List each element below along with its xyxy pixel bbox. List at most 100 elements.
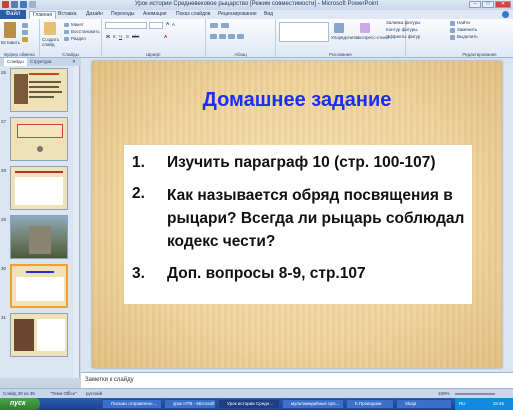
slide-thumbnail-selected[interactable] xyxy=(10,264,68,308)
strikethrough-icon[interactable]: abc xyxy=(132,34,139,39)
underline-icon[interactable]: Ч xyxy=(119,34,122,39)
minimize-button[interactable]: – xyxy=(469,1,481,8)
cut-icon[interactable] xyxy=(22,23,28,28)
replace-button[interactable]: Заменить xyxy=(457,27,477,32)
bullets-icon[interactable] xyxy=(210,23,218,28)
tab-file[interactable]: Файл xyxy=(0,10,26,19)
shape-effects-button[interactable]: Эффекты фигур xyxy=(386,34,420,39)
section-icon xyxy=(64,37,69,41)
shrink-font-icon[interactable]: A xyxy=(172,22,175,27)
shape-outline-button[interactable]: Контур фигуры xyxy=(386,27,417,32)
tab-view[interactable]: Вид xyxy=(264,10,273,19)
group-label: Редактирование xyxy=(462,52,497,57)
notes-pane[interactable]: Заметки к слайду xyxy=(81,372,513,388)
italic-icon[interactable]: К xyxy=(113,34,116,39)
language-tray[interactable]: RU xyxy=(459,401,466,406)
item-number: 3. xyxy=(132,265,145,282)
shadow-icon[interactable]: S xyxy=(126,34,129,39)
slide-thumbnail[interactable] xyxy=(10,313,68,357)
group-label: Буфер обмена xyxy=(4,52,35,57)
align-right-icon[interactable] xyxy=(228,34,235,39)
taskbar-item[interactable]: К Проводник xyxy=(346,399,394,409)
item-number: 2. xyxy=(132,185,145,202)
quick-styles-icon[interactable] xyxy=(360,23,370,33)
align-center-icon[interactable] xyxy=(219,34,226,39)
tab-review[interactable]: Рецензирование xyxy=(218,10,257,19)
system-tray: RU 18:46 xyxy=(455,398,513,410)
select-button[interactable]: Выделить xyxy=(457,34,478,39)
new-slide-label[interactable]: Создать слайд xyxy=(42,37,62,47)
thumb-number: 30 xyxy=(1,266,7,271)
font-color-icon[interactable]: A xyxy=(164,34,167,39)
tab-transitions[interactable]: Переходы xyxy=(111,10,134,19)
bold-icon[interactable]: Ж xyxy=(106,34,110,39)
item-text: Доп. вопросы 8-9, стр.107 xyxy=(167,265,366,282)
font-size-combo[interactable] xyxy=(149,22,163,29)
reset-button[interactable]: Восстановить xyxy=(71,29,100,34)
new-slide-icon[interactable] xyxy=(44,22,56,35)
copy-icon[interactable] xyxy=(22,30,28,35)
close-button[interactable]: ✕ xyxy=(495,1,511,8)
thumb-number: 29 xyxy=(1,217,7,222)
numbering-icon[interactable] xyxy=(221,23,229,28)
window-title: Урок истории Средневековое рыцарство [Ре… xyxy=(134,1,379,7)
thumb-number: 28 xyxy=(1,168,7,173)
paste-icon[interactable] xyxy=(4,22,16,38)
slide-thumbnail[interactable] xyxy=(10,215,68,259)
title-bar: Урок истории Средневековое рыцарство [Ре… xyxy=(0,0,513,10)
shapes-gallery[interactable] xyxy=(279,22,329,42)
item-text: Как называется обряд посвящения в рыцари… xyxy=(167,187,465,250)
tab-animations[interactable]: Анимация xyxy=(143,10,166,19)
justify-icon[interactable] xyxy=(237,34,244,39)
slide-thumbnail[interactable] xyxy=(10,166,68,210)
select-icon xyxy=(450,35,455,40)
tab-outline[interactable]: Структура xyxy=(30,58,51,66)
font-name-combo[interactable] xyxy=(105,22,147,29)
item-number: 1. xyxy=(132,154,145,171)
group-label: Шрифт xyxy=(146,52,161,57)
taskbar-item[interactable]: Skaja xyxy=(396,399,452,409)
tab-insert[interactable]: Вставка xyxy=(58,10,77,19)
replace-icon xyxy=(450,28,455,33)
tab-design[interactable]: Дизайн xyxy=(86,10,103,19)
tab-slideshow[interactable]: Показ слайдов xyxy=(176,10,210,19)
section-button[interactable]: Раздел xyxy=(71,36,86,41)
taskbar-item[interactable]: Письмо отправлено ... xyxy=(102,399,162,409)
language-indicator[interactable]: русский xyxy=(86,391,102,396)
help-icon[interactable] xyxy=(502,11,509,18)
format-painter-icon[interactable] xyxy=(22,37,28,42)
tab-slides[interactable]: Слайды xyxy=(4,58,27,66)
ribbon: Вставить Буфер обмена Создать слайд Маке… xyxy=(0,19,513,58)
slide-title[interactable]: Домашнее задание xyxy=(92,89,502,112)
arrange-button[interactable]: Упорядочить xyxy=(331,35,358,40)
thumb-number: 26 xyxy=(1,70,7,75)
shape-fill-button[interactable]: Заливка фигуры xyxy=(386,20,420,25)
start-button[interactable]: пуск xyxy=(0,398,40,410)
tab-home[interactable]: Главная xyxy=(29,11,57,19)
quick-styles-button[interactable]: Экспресс-стили xyxy=(356,35,389,40)
status-bar: Слайд 30 из 35 "Тема Office" русский 100… xyxy=(0,388,513,398)
layout-button[interactable]: Макет xyxy=(71,22,84,27)
grow-font-icon[interactable]: A xyxy=(166,21,169,26)
paste-label[interactable]: Вставить xyxy=(1,40,20,45)
align-left-icon[interactable] xyxy=(210,34,217,39)
ribbon-tabs: Файл Главная Вставка Дизайн Переходы Ани… xyxy=(0,10,513,19)
slide-content-box[interactable]: 1. Изучить параграф 10 (стр. 100-107) 2.… xyxy=(124,145,472,304)
taskbar-item-active[interactable]: Урок истории Средн... xyxy=(218,399,280,409)
zoom-level[interactable]: 100% xyxy=(438,391,450,396)
close-panel-icon[interactable]: ✕ xyxy=(72,58,76,66)
thumb-number: 31 xyxy=(1,315,7,320)
taskbar-item[interactable]: урок НТВ - Microsoft ... xyxy=(164,399,216,409)
slide-thumbnail[interactable] xyxy=(10,68,68,112)
arrange-icon[interactable] xyxy=(334,23,344,33)
slide-canvas[interactable]: Домашнее задание 1. Изучить параграф 10 … xyxy=(92,61,502,368)
find-icon xyxy=(450,21,455,26)
zoom-slider[interactable] xyxy=(455,393,495,395)
find-button[interactable]: Найти xyxy=(457,20,470,25)
group-slides: Создать слайд Макет Восстановить Раздел … xyxy=(40,19,102,58)
maximize-button[interactable]: □ xyxy=(482,1,494,8)
taskbar-item[interactable]: мультимедийные про... xyxy=(282,399,344,409)
theme-name: "Тема Office" xyxy=(50,391,77,396)
slide-thumbnail[interactable] xyxy=(10,117,68,161)
panel-scrollbar[interactable] xyxy=(74,66,79,378)
